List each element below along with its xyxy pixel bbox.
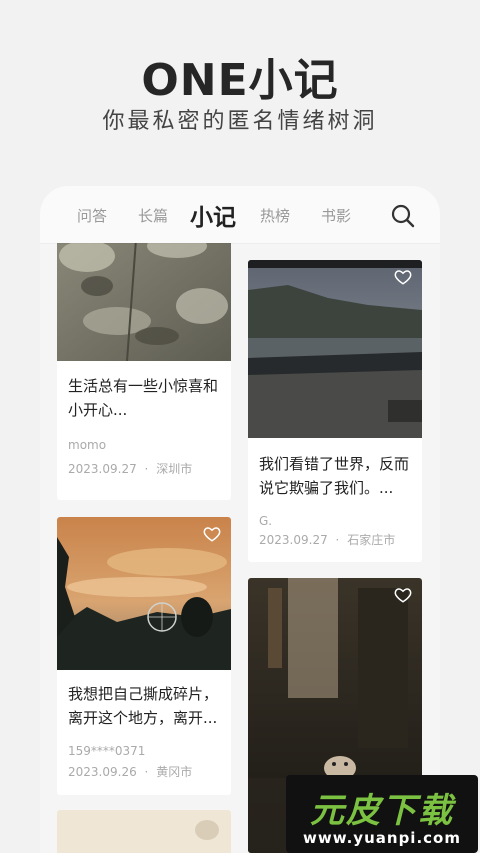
card-text: 我想把自己撕成碎片，离开这个地方，离开... xyxy=(68,685,219,727)
watermark-url: www.yuanpi.com xyxy=(303,829,461,847)
tab-notes[interactable]: 小记 xyxy=(190,198,236,232)
card-author: 159****0371 xyxy=(68,744,146,758)
hero-title: ONE小记 xyxy=(141,55,339,106)
tab-longform[interactable]: 长篇 xyxy=(138,205,168,226)
heart-icon[interactable] xyxy=(203,525,221,543)
card-author: G. xyxy=(259,514,273,528)
meta-separator: · xyxy=(144,765,149,779)
card-image xyxy=(57,810,231,853)
heart-icon[interactable] xyxy=(394,586,412,604)
card-meta: 2023.09.26 · 黄冈市 xyxy=(68,763,192,780)
heart-icon[interactable] xyxy=(394,268,412,286)
card-location: 深圳市 xyxy=(156,462,193,476)
phone-screen: 生活总有一些小惊喜和小开心... momo 2023.09.27 · 深圳市 我… xyxy=(40,186,440,853)
list-item[interactable]: 我们看错了世界，反而说它欺骗了我们。... G. 2023.09.27 · 石家… xyxy=(248,260,422,562)
list-item[interactable]: 生活总有一些小惊喜和小开心... momo 2023.09.27 · 深圳市 xyxy=(57,226,231,500)
card-image xyxy=(57,226,231,361)
meta-separator: · xyxy=(144,462,149,476)
tab-trending[interactable]: 热榜 xyxy=(260,205,290,226)
search-icon[interactable] xyxy=(390,203,416,229)
tab-qa[interactable]: 问答 xyxy=(77,205,107,226)
meta-separator: · xyxy=(335,533,340,547)
list-item[interactable]: 我想把自己撕成碎片，离开这个地方，离开... 159****0371 2023.… xyxy=(57,517,231,795)
hero-subtitle: 你最私密的匿名情绪树洞 xyxy=(102,109,378,134)
card-meta: 2023.09.27 · 石家庄市 xyxy=(259,531,395,548)
watermark-main: 元皮下载 xyxy=(310,791,454,831)
card-author: momo xyxy=(68,438,107,452)
watermark-logo: 元皮下载 www.yuanpi.com xyxy=(286,775,478,853)
card-image xyxy=(248,260,422,438)
card-text: 生活总有一些小惊喜和小开心... xyxy=(68,377,219,419)
list-item[interactable] xyxy=(57,810,231,853)
top-tab-bar: 问答 长篇 小记 热榜 书影 xyxy=(40,186,440,243)
tab-books-films[interactable]: 书影 xyxy=(321,205,351,226)
card-date: 2023.09.26 xyxy=(68,765,137,779)
card-meta: 2023.09.27 · 深圳市 xyxy=(68,460,192,477)
card-date: 2023.09.27 xyxy=(68,462,137,476)
card-text: 我们看错了世界，反而说它欺骗了我们。... xyxy=(259,455,410,497)
card-date: 2023.09.27 xyxy=(259,533,328,547)
card-location: 黄冈市 xyxy=(156,765,193,779)
card-location: 石家庄市 xyxy=(347,533,396,547)
